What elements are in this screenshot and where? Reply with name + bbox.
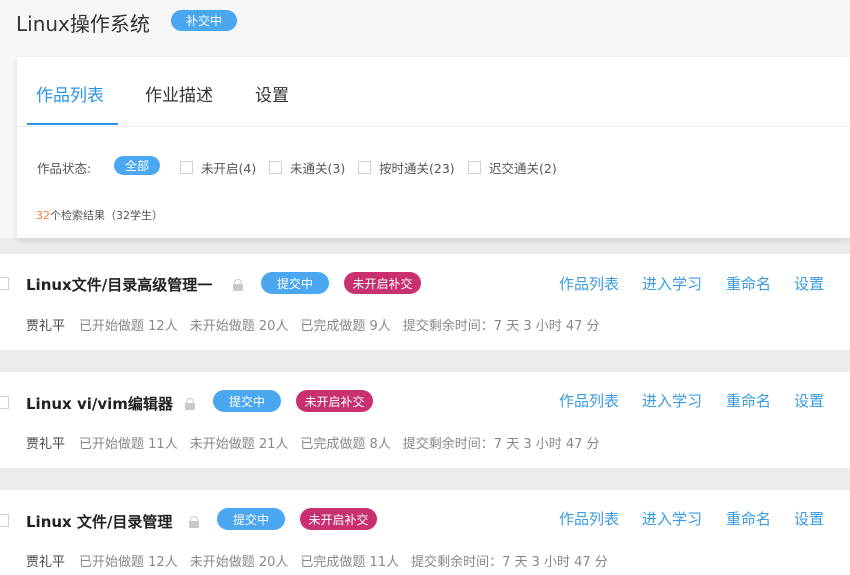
works-list-link[interactable]: 作品列表: [559, 273, 619, 294]
assignment-card: Linux 文件/目录管理 提交中 未开启补交 作品列表 进入学习 重命名 设置…: [0, 490, 850, 575]
checkbox[interactable]: [358, 161, 371, 174]
assignment-meta: 贾礼平 已开始做题 11人 未开始做题 21人 已完成做题 8人 提交剩余时间：7 天 …: [26, 433, 600, 452]
started-count: 已开始做题 12人: [79, 555, 178, 570]
assignment-title[interactable]: Linux文件/目录高级管理一: [26, 274, 212, 295]
remaining-time: 提交剩余时间：7 天 3 小时 47 分: [411, 555, 608, 570]
completed-count: 已完成做题 8人: [300, 437, 391, 452]
filter-option-label: 迟交通关(2): [489, 161, 557, 176]
submission-status-badge: 提交中: [261, 272, 329, 294]
works-panel: 作品列表 作业描述 设置 作品状态: 全部 未开启(4) 未通关(3) 按时通关…: [17, 57, 850, 238]
filter-label: 作品状态:: [37, 161, 92, 176]
teacher-name: 贾礼平: [26, 555, 66, 570]
active-tab-indicator: [27, 123, 118, 125]
enter-study-link[interactable]: 进入学习: [642, 273, 702, 294]
rename-link[interactable]: 重命名: [726, 273, 771, 294]
lock-icon: [185, 398, 195, 410]
checkbox[interactable]: [468, 161, 481, 174]
checkbox[interactable]: [269, 161, 282, 174]
tab-works-list[interactable]: 作品列表: [36, 81, 104, 106]
checkbox[interactable]: [180, 161, 193, 174]
rename-link[interactable]: 重命名: [726, 508, 771, 529]
lock-icon: [189, 516, 199, 528]
filter-option-not-passed[interactable]: 未通关(3): [269, 158, 345, 177]
search-result-summary: 32个检索结果（32学生）: [36, 207, 163, 223]
filter-all-button[interactable]: 全部: [114, 156, 160, 175]
assignment-meta: 贾礼平 已开始做题 12人 未开始做题 20人 已完成做题 11人 提交剩余时间：7 天…: [26, 551, 608, 570]
assignment-title[interactable]: Linux vi/vim编辑器: [26, 393, 173, 414]
teacher-name: 贾礼平: [26, 319, 66, 334]
submission-status-badge: 提交中: [217, 508, 285, 530]
result-count: 32: [36, 209, 50, 222]
assignment-title[interactable]: Linux 文件/目录管理: [26, 511, 172, 532]
tab-assignment-description[interactable]: 作业描述: [145, 81, 213, 106]
works-list-link[interactable]: 作品列表: [559, 508, 619, 529]
remaining-time: 提交剩余时间：7 天 3 小时 47 分: [402, 319, 600, 334]
works-list-link[interactable]: 作品列表: [559, 390, 619, 411]
teacher-name: 贾礼平: [26, 437, 66, 452]
course-title: Linux操作系统: [16, 12, 150, 36]
result-text: 个检索结果（32学生）: [50, 209, 163, 222]
enter-study-link[interactable]: 进入学习: [642, 390, 702, 411]
filter-option-label: 未开启(4): [201, 161, 257, 176]
filter-option-late-passed[interactable]: 迟交通关(2): [468, 158, 557, 177]
tab-settings[interactable]: 设置: [255, 81, 289, 106]
filter-option-not-started[interactable]: 未开启(4): [180, 158, 256, 177]
filter-option-on-time-passed[interactable]: 按时通关(23): [358, 158, 455, 177]
started-count: 已开始做题 12人: [79, 319, 178, 334]
late-submission-badge: 未开启补交: [344, 272, 421, 294]
late-submission-badge: 未开启补交: [296, 390, 373, 412]
settings-link[interactable]: 设置: [794, 273, 824, 294]
completed-count: 已完成做题 11人: [300, 555, 400, 570]
row-checkbox[interactable]: [0, 514, 9, 527]
filter-option-label: 按时通关(23): [379, 161, 455, 176]
row-checkbox[interactable]: [0, 396, 9, 409]
assignment-meta: 贾礼平 已开始做题 12人 未开始做题 20人 已完成做题 9人 提交剩余时间：7 天 …: [26, 315, 600, 334]
assignment-card: Linux vi/vim编辑器 提交中 未开启补交 作品列表 进入学习 重命名 …: [0, 372, 850, 468]
not-started-count: 未开始做题 20人: [189, 319, 289, 334]
row-checkbox[interactable]: [0, 277, 9, 290]
settings-link[interactable]: 设置: [794, 390, 824, 411]
remaining-time: 提交剩余时间：7 天 3 小时 47 分: [402, 437, 600, 452]
completed-count: 已完成做题 9人: [300, 319, 391, 334]
not-started-count: 未开始做题 21人: [189, 437, 289, 452]
submission-status-badge: 提交中: [213, 390, 281, 412]
settings-link[interactable]: 设置: [794, 508, 824, 529]
tab-divider: [17, 126, 850, 127]
filter-option-label: 未通关(3): [290, 161, 346, 176]
lock-icon: [233, 279, 243, 291]
course-status-badge: 补交中: [171, 10, 237, 31]
not-started-count: 未开始做题 20人: [189, 555, 289, 570]
assignment-card: Linux文件/目录高级管理一 提交中 未开启补交 作品列表 进入学习 重命名 …: [0, 254, 850, 350]
started-count: 已开始做题 11人: [79, 437, 178, 452]
enter-study-link[interactable]: 进入学习: [642, 508, 702, 529]
late-submission-badge: 未开启补交: [300, 508, 377, 530]
rename-link[interactable]: 重命名: [726, 390, 771, 411]
